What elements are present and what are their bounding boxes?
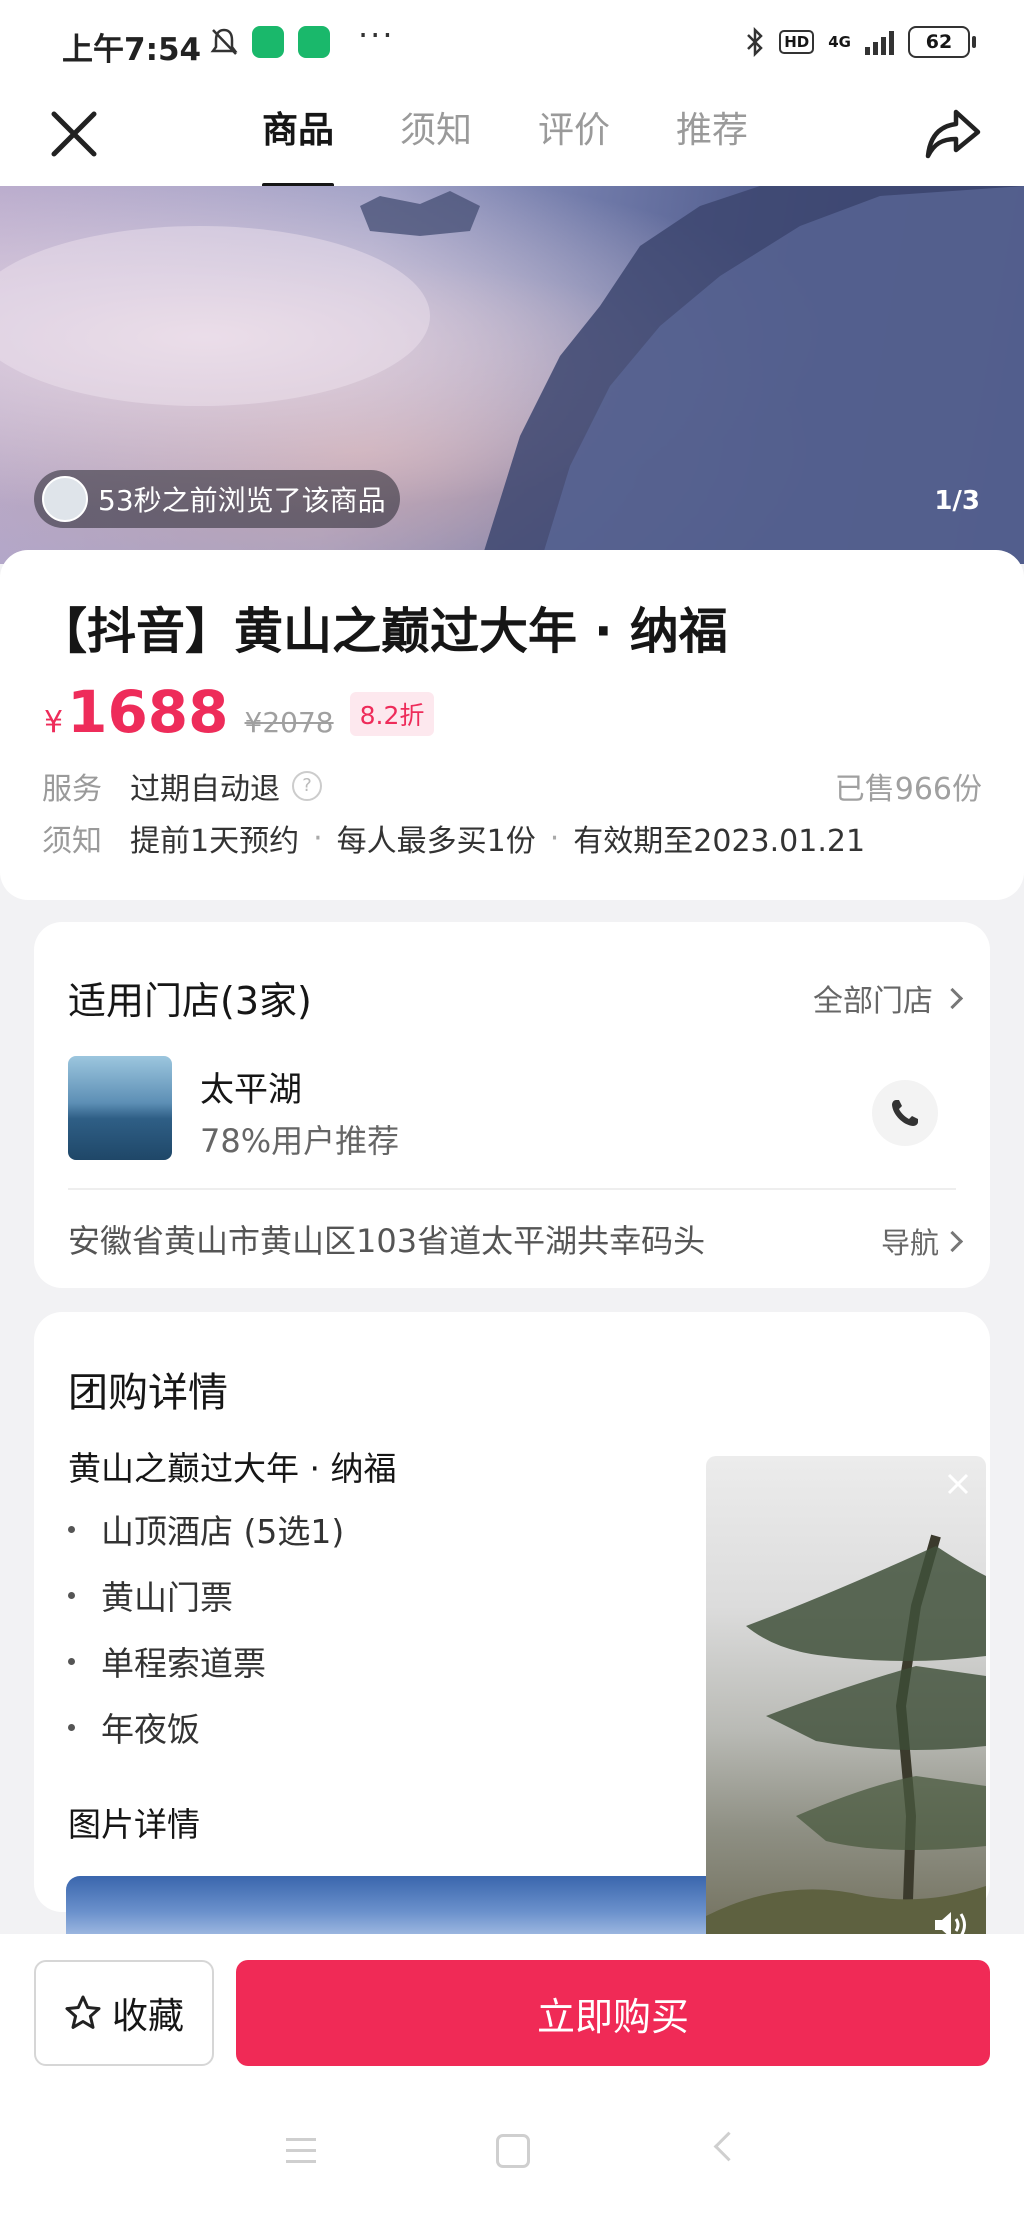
home-icon[interactable] (496, 2134, 530, 2168)
notice-item: 提前1天预约 (130, 824, 300, 859)
status-system: HD 4G 62 (745, 26, 976, 58)
buy-now-button[interactable]: 立即购买 (236, 1960, 990, 2066)
product-title: 【抖音】黄山之巅过大年 · 纳福 (38, 603, 728, 660)
shield-icon (252, 26, 284, 58)
network-type: 4G (828, 33, 851, 51)
status-time: 上午7:54 (62, 32, 202, 68)
list-item: 单程索道票 (68, 1628, 344, 1694)
navigation-link[interactable]: 导航 (880, 1220, 964, 1262)
service-value: 过期自动退 (130, 772, 280, 807)
price-row: ¥ 1688 ¥2078 8.2折 (44, 678, 435, 746)
divider (68, 1188, 956, 1190)
notice-label: 须知 (42, 824, 102, 859)
notice-item: 有效期至2023.01.21 (573, 824, 866, 859)
tab-recommend[interactable]: 推荐 (676, 104, 748, 174)
tab-product[interactable]: 商品 (262, 104, 335, 188)
close-icon[interactable] (46, 106, 102, 162)
picture-details-title: 图片详情 (68, 1805, 200, 1844)
tab-notice[interactable]: 须知 (400, 104, 472, 174)
chevron-right-icon (941, 1230, 964, 1252)
floating-video-player[interactable] (706, 1456, 986, 1956)
discount-badge: 8.2折 (349, 692, 435, 736)
list-item: 黄山门票 (68, 1562, 344, 1628)
detail-image (66, 1876, 766, 1936)
currency-symbol: ¥ (44, 705, 64, 740)
package-items: 山顶酒店 (5选1) 黄山门票 单程索道票 年夜饭 (68, 1496, 344, 1760)
store-recommend-rate: 78%用户推荐 (200, 1122, 400, 1160)
recent-viewer-pill: 53秒之前浏览了该商品 (34, 470, 400, 528)
stores-card: 适用门店(3家) 全部门店 太平湖 78%用户推荐 安徽省黄山市黄山区103省道… (34, 922, 990, 1288)
original-price: ¥2078 (244, 706, 334, 739)
battery-icon: 62 (908, 26, 976, 58)
favorite-label: 收藏 (111, 1996, 184, 2037)
more-status-icon: ··· (358, 16, 395, 54)
all-stores-link[interactable]: 全部门店 (813, 976, 964, 1020)
sold-count: 已售966份 (834, 772, 982, 807)
chevron-right-icon (941, 987, 964, 1009)
menu-icon[interactable] (286, 2138, 316, 2164)
current-price: 1688 (67, 678, 229, 746)
avatar (42, 476, 88, 522)
top-nav: 商品 须知 评价 推荐 (0, 88, 1024, 188)
status-bar: 上午7:54 ··· HD 4G 62 (0, 0, 1024, 88)
signal-icon (865, 29, 894, 55)
tab-bar: 商品 须知 评价 推荐 (262, 104, 748, 188)
bell-mute-icon (210, 28, 238, 55)
favorite-button[interactable]: 收藏 (34, 1960, 214, 2066)
back-icon[interactable] (713, 2131, 744, 2162)
list-item: 山顶酒店 (5选1) (68, 1496, 344, 1562)
separator: · (313, 820, 323, 856)
service-row: 服务 过期自动退 ? (42, 764, 322, 808)
phone-icon (892, 1100, 918, 1126)
hd-badge: HD (779, 30, 815, 54)
product-info-card: 【抖音】黄山之巅过大年 · 纳福 ¥ 1688 ¥2078 8.2折 服务 过期… (0, 550, 1024, 900)
bluetooth-icon (747, 27, 764, 57)
question-icon[interactable]: ? (292, 771, 322, 801)
share-icon[interactable] (922, 104, 984, 164)
store-name[interactable]: 太平湖 (200, 1062, 302, 1111)
store-address: 安徽省黄山市黄山区103省道太平湖共幸码头 (68, 1222, 706, 1260)
call-button[interactable] (872, 1080, 938, 1146)
bottom-action-bar: 收藏 立即购买 (0, 1934, 1024, 2219)
system-nav-bar (0, 2124, 1024, 2184)
service-label: 服务 (42, 772, 102, 807)
notice-row: 须知 提前1天预约 · 每人最多买1份 · 有效期至2023.01.21 (42, 816, 865, 860)
image-counter: 1/3 (934, 486, 980, 516)
star-icon (65, 1995, 101, 2029)
all-stores-label: 全部门店 (813, 984, 933, 1019)
deal-title: 团购详情 (68, 1370, 228, 1416)
tab-reviews[interactable]: 评价 (538, 104, 610, 174)
shield-icon (298, 26, 330, 58)
status-notifications: ··· (210, 16, 395, 58)
package-name: 黄山之巅过大年 · 纳福 (68, 1449, 397, 1488)
store-thumbnail[interactable] (68, 1056, 172, 1160)
recent-viewer-text: 53秒之前浏览了该商品 (98, 484, 386, 517)
list-item: 年夜饭 (68, 1694, 344, 1760)
separator: · (549, 820, 560, 856)
pine-tree-image (706, 1534, 986, 1956)
stores-title: 适用门店(3家) (68, 979, 312, 1023)
notice-item: 每人最多买1份 (336, 824, 536, 859)
close-icon[interactable] (944, 1470, 972, 1498)
navigation-label: 导航 (880, 1226, 939, 1260)
